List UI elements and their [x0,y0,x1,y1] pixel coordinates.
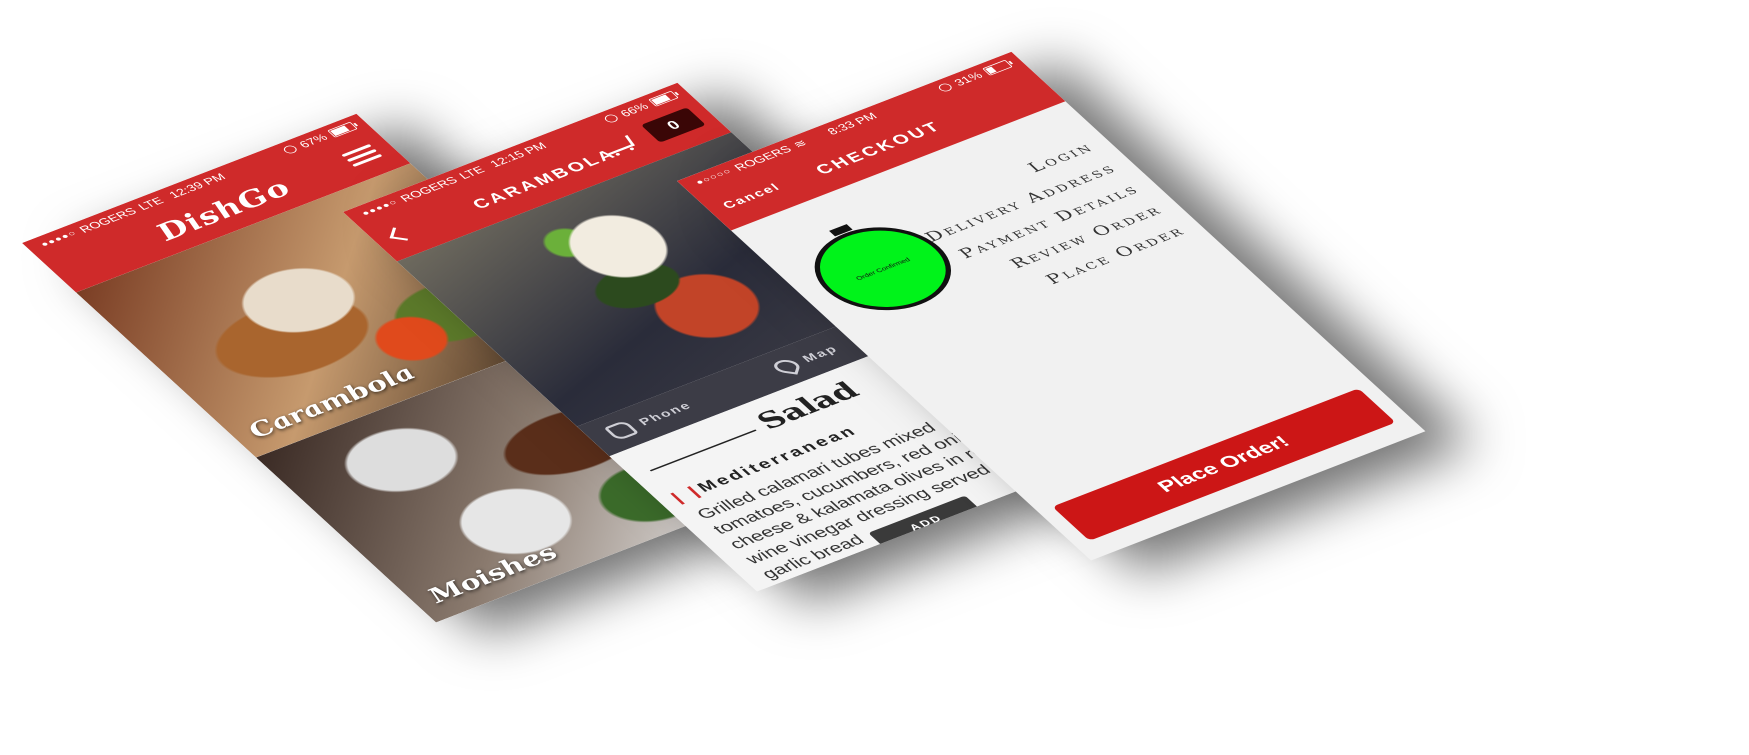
mockup-stage: ●●●●○ ROGERS LTE 12:39 PM 67% DishGo Car… [0,0,1749,755]
map-pin-icon [772,358,802,375]
checkmark-icon [1359,199,1399,222]
step-status-list [1290,137,1426,252]
checkmark-icon [1290,137,1331,160]
checkmark-icon [1336,178,1376,202]
phone-label: Phone [635,399,695,428]
alarm-icon [936,82,955,93]
pending-dot-icon [1381,220,1422,243]
alarm-icon [602,113,621,124]
wifi-icon: ≋ [789,137,810,150]
place-order-button[interactable]: Place Order! [1052,388,1396,541]
back-chevron-icon[interactable] [389,227,411,241]
timer-label: Order Confirmed [853,256,912,282]
fork-knife-icon [670,486,702,505]
checkmark-icon [1313,157,1353,181]
alarm-icon [281,144,300,155]
map-label: Map [799,342,842,365]
phone-icon [603,419,640,442]
